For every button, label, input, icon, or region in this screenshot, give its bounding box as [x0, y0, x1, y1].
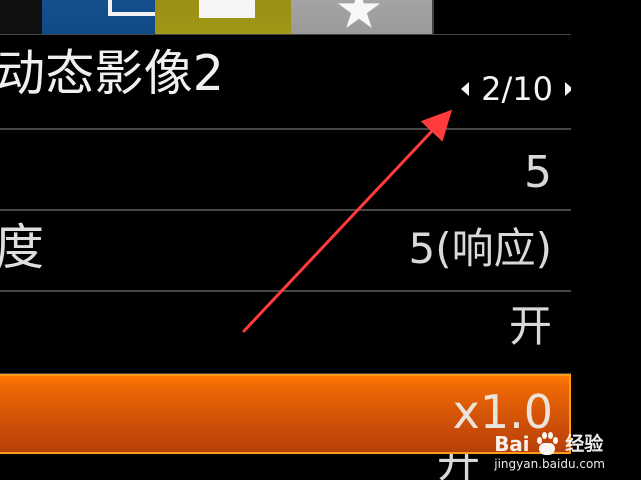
folder-icon: [199, 0, 255, 18]
watermark-brand-right: 经验: [565, 432, 604, 455]
left-arrow-icon[interactable]: [461, 82, 470, 96]
star-icon: [337, 0, 381, 29]
right-screen-margin: [571, 0, 641, 480]
setting-label: 度: [0, 219, 45, 276]
watermark-url: jingyan.baidu.com: [494, 457, 605, 471]
setting-value: 5: [524, 147, 552, 198]
row-divider: [0, 209, 571, 211]
selected-setting-value: x1.0: [452, 385, 553, 439]
menu-tabs: [0, 0, 434, 34]
favorite-tab[interactable]: [291, 0, 434, 34]
page-indicator-text: 2/10: [481, 70, 553, 108]
page-indicator[interactable]: 2/10: [461, 73, 573, 105]
setting-value: 开: [437, 454, 480, 480]
row-divider: [0, 128, 571, 130]
camera-menu-screen: 动态影像2 2/10 5 度 5(响应) 开 x1.0 开 Bai 经验 jin…: [0, 0, 641, 480]
selected-menu-row[interactable]: x1.0: [0, 374, 571, 454]
dark-tab[interactable]: [0, 0, 44, 34]
setting-value: 5(响应): [408, 224, 553, 273]
blue-tab[interactable]: [42, 0, 164, 34]
paw-icon: [534, 432, 560, 456]
top-divider: [0, 34, 571, 35]
watermark-brand-left: Bai: [494, 432, 530, 456]
row-divider: [0, 290, 571, 292]
menu-row[interactable]: 开: [0, 454, 571, 480]
yellow-tab[interactable]: [155, 0, 293, 34]
watermark-brand: Bai 经验: [494, 432, 605, 456]
baidu-watermark: Bai 经验 jingyan.baidu.com: [494, 432, 605, 470]
setting-value: 开: [509, 302, 552, 352]
page-title: 动态影像2: [0, 45, 225, 102]
